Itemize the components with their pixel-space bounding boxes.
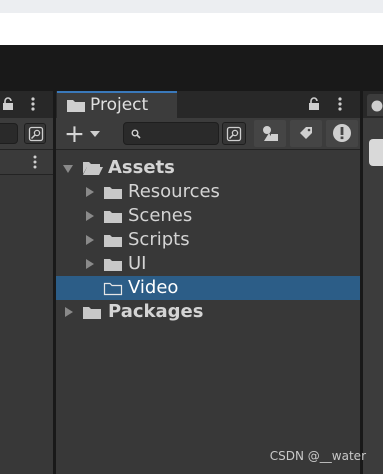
tree-item-label: Resources	[128, 181, 220, 202]
expand-arrow-icon[interactable]	[86, 187, 94, 197]
tree-item-scripts[interactable]: Scripts	[56, 228, 360, 252]
expand-arrow-icon[interactable]	[86, 259, 94, 269]
toolbar-strip	[0, 45, 383, 91]
tree-item-ui[interactable]: UI	[56, 252, 360, 276]
tab-project[interactable]: Project	[57, 91, 177, 118]
top-blank-area	[0, 13, 383, 45]
top-bar	[0, 0, 383, 13]
more-options-icon[interactable]	[30, 96, 36, 112]
shapes-icon	[263, 126, 278, 141]
window-search-icon	[226, 126, 242, 142]
left-panel-tabbar	[0, 91, 53, 118]
tree-item-label: UI	[128, 253, 147, 274]
tab-label: Project	[90, 95, 149, 115]
expand-arrow-icon[interactable]	[63, 165, 73, 173]
window-search-icon	[28, 126, 44, 142]
lock-icon[interactable]	[308, 97, 320, 111]
tree-item-video[interactable]: Video	[56, 276, 360, 300]
filter-by-label-button[interactable]	[290, 120, 322, 147]
inspector-preview	[369, 139, 383, 166]
left-panel-toolbar	[0, 118, 53, 150]
folder-empty-icon	[103, 282, 123, 296]
search-icon	[131, 129, 141, 139]
more-options-icon[interactable]	[32, 154, 38, 170]
left-search-input[interactable]	[0, 123, 18, 144]
tree-item-label: Video	[128, 277, 179, 298]
tree-item-resources[interactable]: Resources	[56, 180, 360, 204]
left-panel-header	[0, 150, 53, 175]
expand-arrow-icon[interactable]	[86, 235, 94, 245]
left-search-by-type-button[interactable]	[24, 123, 46, 144]
chevron-down-icon	[90, 131, 100, 137]
add-icon: +	[64, 119, 85, 148]
watermark: CSDN @__water	[269, 449, 366, 463]
right-panel-tabbar	[363, 91, 383, 118]
folder-icon	[104, 235, 122, 247]
expand-arrow-icon[interactable]	[86, 211, 94, 221]
tree-item-packages[interactable]: Packages	[56, 300, 360, 324]
console-warnings-button[interactable]	[326, 120, 358, 147]
folder-icon	[67, 100, 85, 112]
folder-open-icon	[83, 162, 103, 175]
lock-icon[interactable]	[2, 97, 14, 111]
tree-item-scenes[interactable]: Scenes	[56, 204, 360, 228]
tree-item-label: Scripts	[128, 229, 190, 250]
info-icon	[371, 100, 383, 112]
folder-icon	[104, 187, 122, 199]
tree-item-assets[interactable]: Assets	[56, 156, 360, 180]
folder-icon	[83, 307, 101, 319]
filter-by-type-button[interactable]	[254, 120, 286, 147]
create-dropdown-button[interactable]: +	[62, 119, 102, 148]
folder-icon	[104, 211, 122, 223]
right-panel	[363, 118, 383, 474]
tree-item-label: Scenes	[128, 205, 193, 226]
tree-item-label: Assets	[108, 157, 175, 178]
search-input[interactable]	[123, 122, 219, 145]
more-options-icon[interactable]	[337, 96, 343, 112]
tag-icon	[300, 127, 312, 139]
tab-inspector[interactable]	[367, 94, 383, 116]
expand-arrow-icon[interactable]	[65, 307, 73, 317]
project-toolbar: +	[56, 118, 360, 150]
folder-icon	[104, 259, 122, 271]
tree-item-label: Packages	[108, 301, 204, 322]
warning-icon	[333, 124, 351, 142]
search-by-window-button[interactable]	[222, 122, 246, 145]
